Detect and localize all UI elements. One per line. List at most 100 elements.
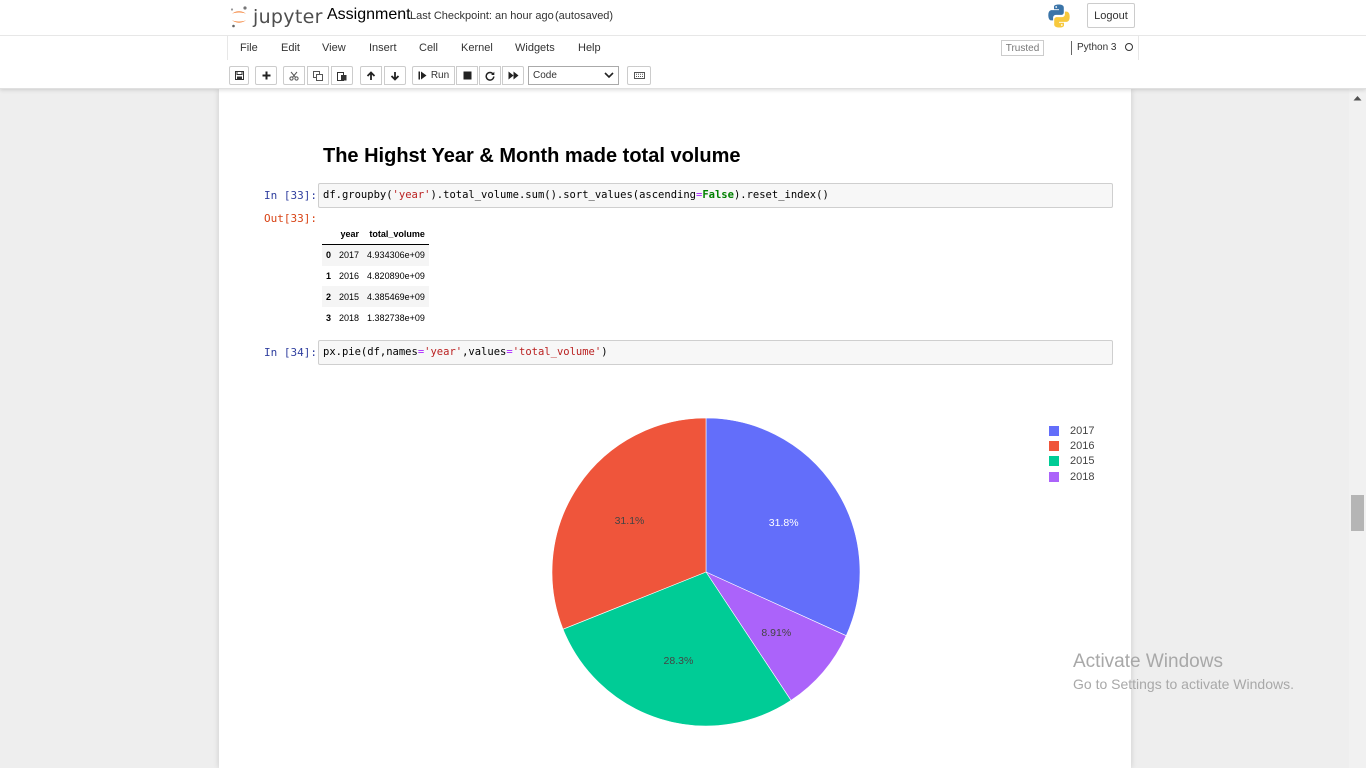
input-prompt: In [33]: xyxy=(264,189,317,202)
scroll-up-arrow-icon[interactable] xyxy=(1353,95,1362,101)
checkpoint-status: Last Checkpoint: an hour ago xyxy=(410,10,554,22)
kernel-separator xyxy=(1071,41,1072,55)
code-string: 'total_volume' xyxy=(512,346,602,358)
legend-item-2017[interactable]: 2017 xyxy=(1049,423,1094,438)
chart-legend: 2017 2016 2015 2018 xyxy=(1049,423,1094,484)
run-icon xyxy=(418,71,427,80)
legend-item-2018[interactable]: 2018 xyxy=(1049,469,1094,484)
paste-button[interactable] xyxy=(331,66,353,85)
insert-cell-button[interactable] xyxy=(255,66,277,85)
activate-windows-title: Activate Windows xyxy=(1073,651,1223,672)
code-text: ) xyxy=(601,346,608,358)
page-scrollbar[interactable] xyxy=(1349,89,1366,768)
activate-windows-subtitle: Go to Settings to activate Windows. xyxy=(1073,676,1294,692)
jupyter-logo[interactable]: jupyter xyxy=(229,4,323,30)
table-header-row: year total_volume xyxy=(322,224,429,246)
stop-icon xyxy=(463,71,471,80)
table-cell: 1.382738e+09 xyxy=(367,312,425,323)
dataframe-table: year total_volume 0 2017 4.934306e+09 1 … xyxy=(322,224,429,328)
legend-swatch xyxy=(1049,440,1059,451)
legend-label: 2018 xyxy=(1070,470,1095,483)
trusted-indicator[interactable]: Trusted xyxy=(1001,40,1044,56)
chevron-down-icon xyxy=(604,72,614,79)
legend-label: 2015 xyxy=(1070,455,1095,468)
row-index: 3 xyxy=(326,312,332,323)
pie-label-2015: 28.3% xyxy=(664,655,694,667)
menu-view[interactable]: View xyxy=(322,42,346,54)
table-row: 0 2017 4.934306e+09 xyxy=(322,244,429,266)
menu-file[interactable]: File xyxy=(240,42,258,54)
table-cell: 2018 xyxy=(339,312,360,323)
menu-widgets[interactable]: Widgets xyxy=(515,42,555,54)
autosave-status: (autosaved) xyxy=(555,10,614,22)
table-row: 2 2015 4.385469e+09 xyxy=(322,286,429,308)
command-palette-button[interactable] xyxy=(627,66,651,85)
table-cell: 2015 xyxy=(339,291,360,302)
restart-run-all-button[interactable] xyxy=(502,66,524,85)
arrow-down-icon xyxy=(390,71,400,81)
table-row: 3 2018 1.382738e+09 xyxy=(322,307,429,328)
code-cell-input[interactable]: df.groupby('year').total_volume.sum().so… xyxy=(318,183,1113,208)
plus-icon xyxy=(262,71,270,80)
notebook-name[interactable]: Assignment xyxy=(327,6,411,24)
column-header: year xyxy=(335,224,364,246)
legend-swatch xyxy=(1049,456,1059,467)
row-index: 1 xyxy=(326,270,332,281)
code-text: df.groupby( xyxy=(323,189,393,201)
table-cell: 2017 xyxy=(339,250,360,261)
kernel-status-icon xyxy=(1125,43,1133,51)
move-down-button[interactable] xyxy=(384,66,406,85)
kernel-name[interactable]: Python 3 xyxy=(1077,42,1116,53)
restart-button[interactable] xyxy=(479,66,501,85)
python-logo-icon xyxy=(1048,4,1070,28)
input-prompt: In [34]: xyxy=(264,346,317,359)
cut-icon xyxy=(289,71,299,81)
code-keyword: False xyxy=(702,189,734,201)
pie-label-2016: 31.1% xyxy=(615,515,645,527)
code-text: ,values xyxy=(462,346,507,358)
pie-label-2017: 31.8% xyxy=(769,517,799,529)
legend-label: 2017 xyxy=(1070,424,1095,437)
logout-button[interactable]: Logout xyxy=(1087,3,1135,28)
code-text: px.pie(df,names xyxy=(323,346,418,358)
table-cell: 4.934306e+09 xyxy=(367,250,425,261)
column-header xyxy=(322,224,336,246)
output-prompt: Out[33]: xyxy=(264,212,317,225)
menu-cell[interactable]: Cell xyxy=(419,42,438,54)
markdown-heading[interactable]: The Highst Year & Month made total volum… xyxy=(323,145,740,168)
top-bar xyxy=(0,0,1366,36)
pie-label-2018: 8.91% xyxy=(761,627,791,639)
menu-kernel[interactable]: Kernel xyxy=(461,42,493,54)
move-up-button[interactable] xyxy=(360,66,382,85)
table-cell: 2016 xyxy=(339,270,360,281)
cell-type-value: Code xyxy=(533,70,557,81)
cut-button[interactable] xyxy=(283,66,305,85)
copy-button[interactable] xyxy=(307,66,329,85)
legend-item-2016[interactable]: 2016 xyxy=(1049,438,1094,453)
paste-icon xyxy=(337,71,347,81)
run-button[interactable]: Run xyxy=(412,66,455,85)
code-string: 'year' xyxy=(392,189,431,201)
table-cell: 4.820890e+09 xyxy=(367,270,425,281)
run-label: Run xyxy=(430,70,450,81)
column-header: total_volume xyxy=(363,224,429,246)
legend-swatch xyxy=(1049,425,1059,436)
pie-chart: 31.8% 8.91% 28.3% 31.1% xyxy=(551,417,861,727)
code-text: ).total_volume.sum().sort_values(ascendi… xyxy=(430,189,696,201)
keyboard-icon xyxy=(633,72,645,79)
table-row: 1 2016 4.820890e+09 xyxy=(322,266,429,287)
save-icon xyxy=(234,71,244,80)
cell-type-select[interactable]: Code xyxy=(528,66,619,85)
notebook-header: jupyter Assignment Last Checkpoint: an h… xyxy=(0,0,1366,89)
interrupt-button[interactable] xyxy=(456,66,478,85)
logo-text: jupyter xyxy=(253,6,323,28)
menu-edit[interactable]: Edit xyxy=(281,42,300,54)
save-button[interactable] xyxy=(229,66,249,85)
legend-label: 2016 xyxy=(1070,439,1095,452)
code-cell-input[interactable]: px.pie(df,names='year',values='total_vol… xyxy=(318,340,1113,365)
menu-insert[interactable]: Insert xyxy=(369,42,397,54)
legend-item-2015[interactable]: 2015 xyxy=(1049,454,1094,469)
legend-swatch xyxy=(1049,471,1059,482)
scrollbar-thumb[interactable] xyxy=(1351,495,1364,531)
menu-help[interactable]: Help xyxy=(578,42,601,54)
